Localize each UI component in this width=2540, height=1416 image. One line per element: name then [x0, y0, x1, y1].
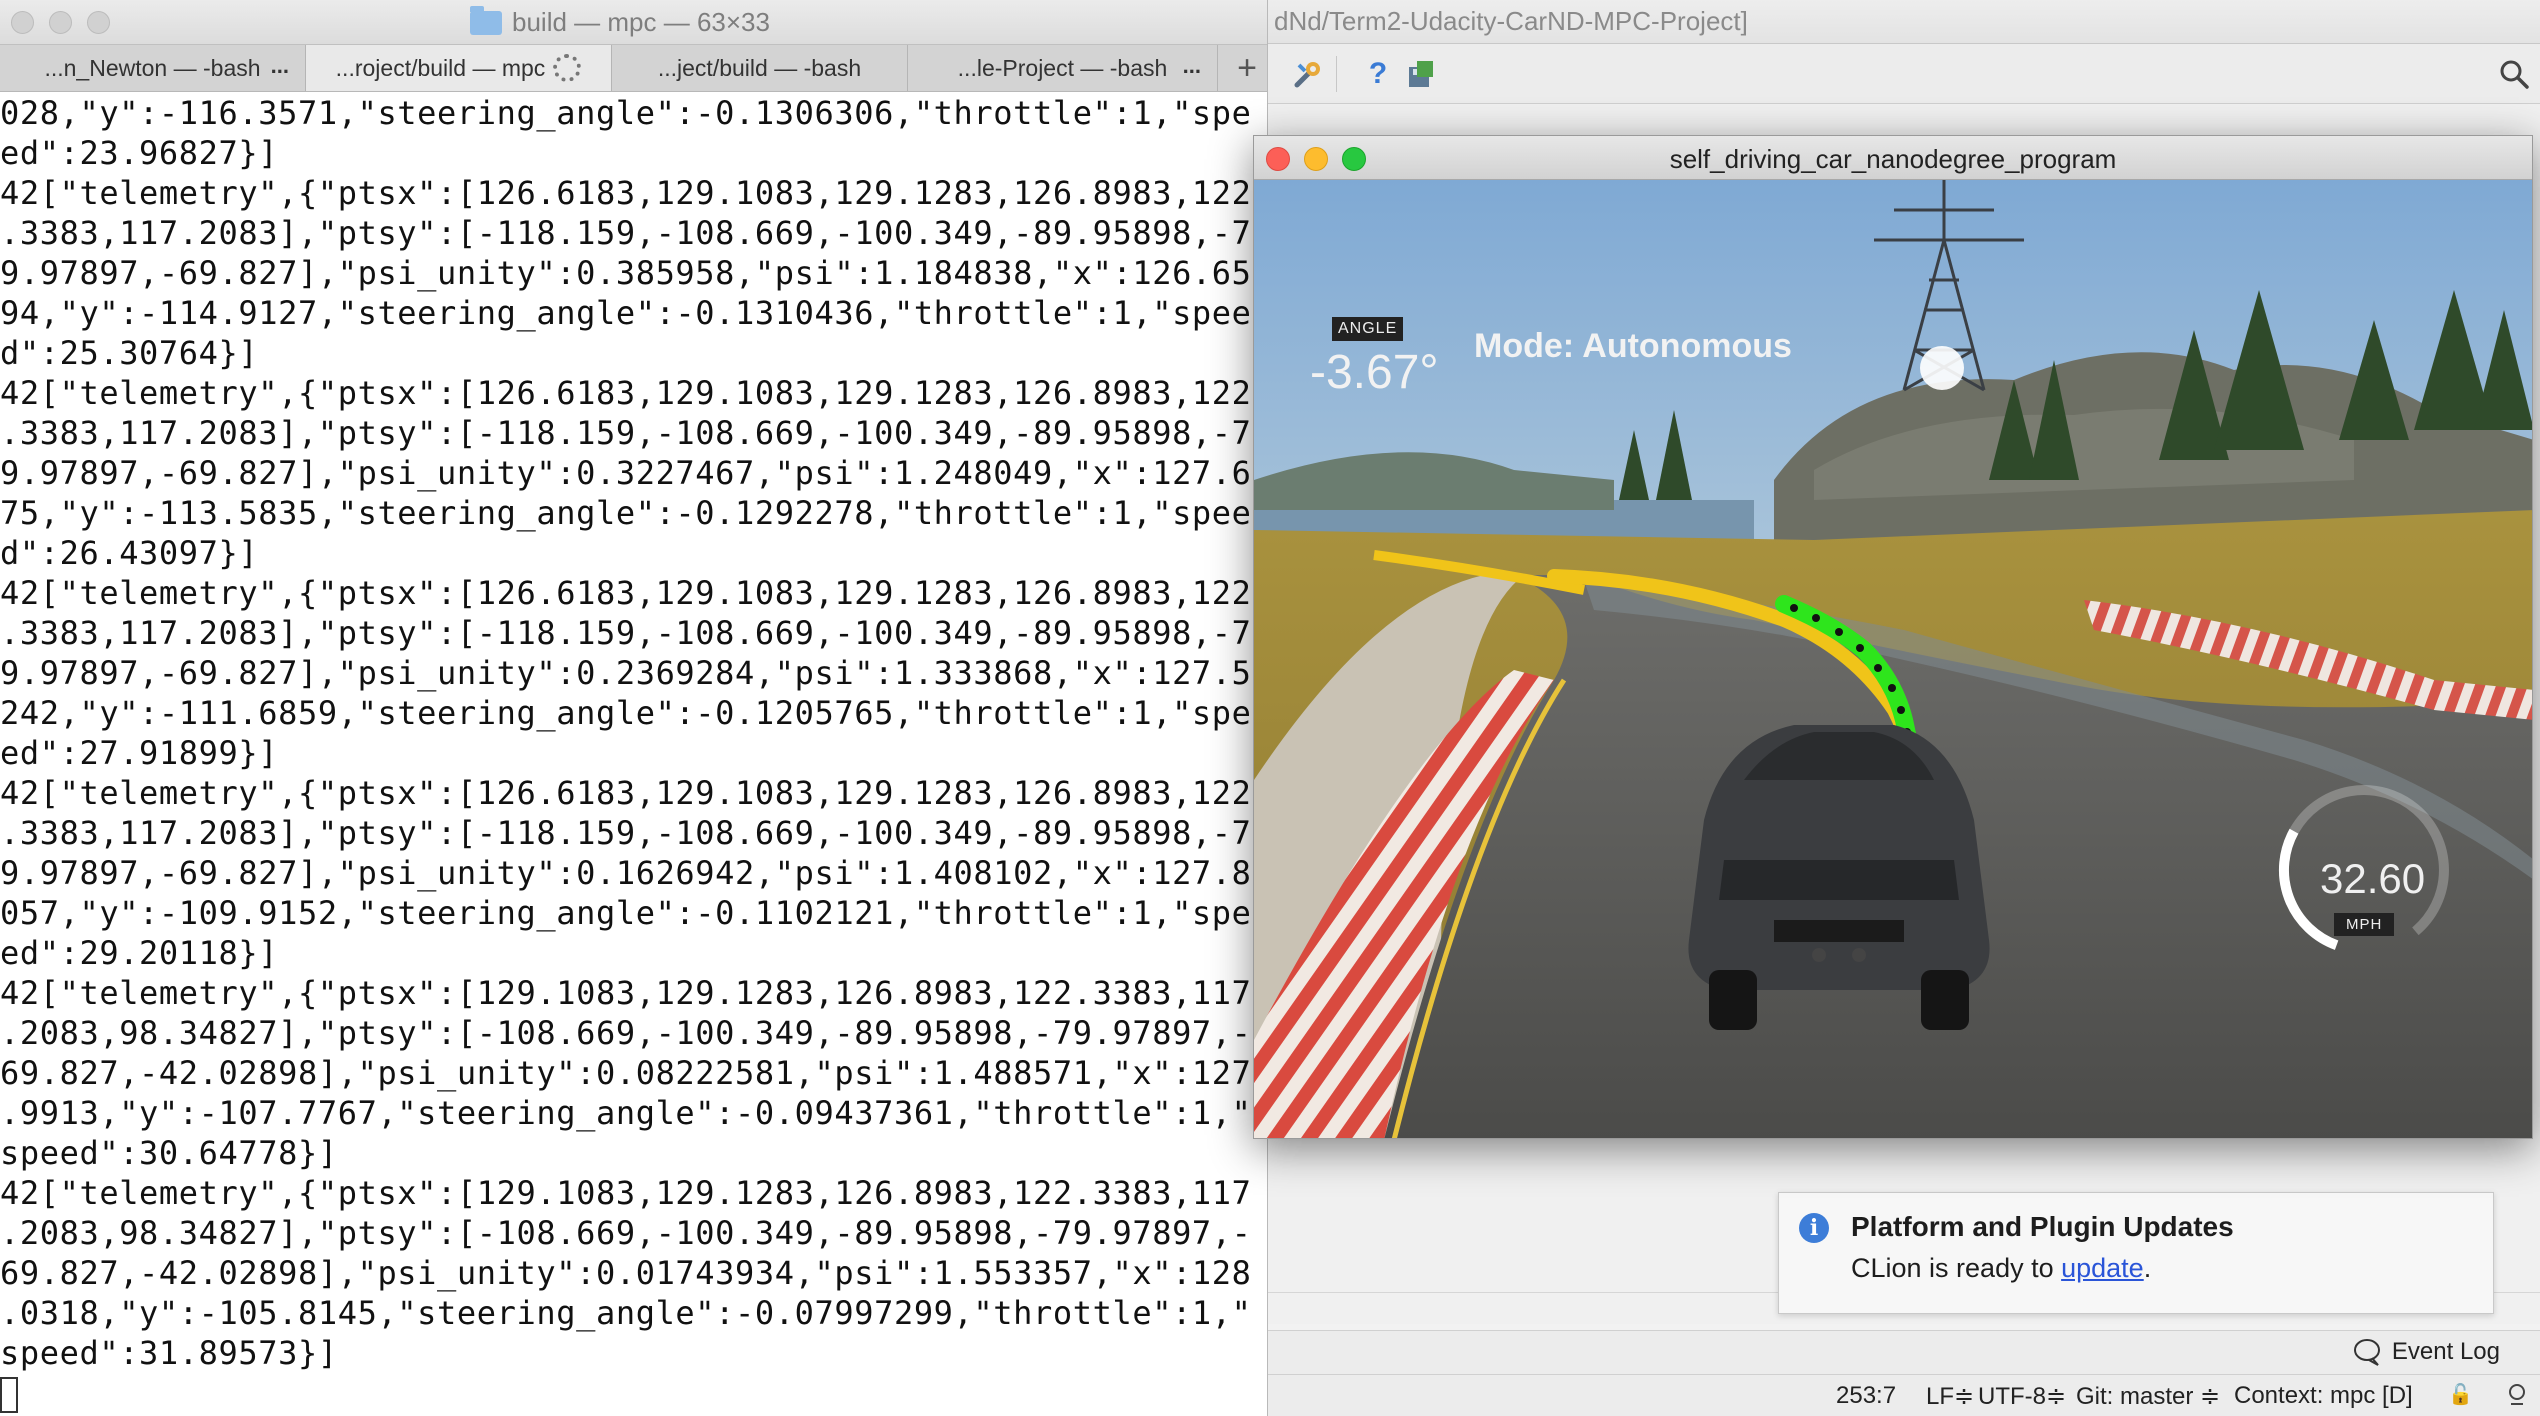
terminal-line: 69.827,-42.02898],"psi_unity":0.08222581… — [0, 1054, 1252, 1092]
simulator-title: self_driving_car_nanodegree_program — [1669, 144, 2117, 174]
help-icon[interactable]: ? — [1358, 54, 1398, 94]
tab-ject-build-bash[interactable]: ...ject/build — -bash — [612, 45, 908, 91]
terminal-line: 9.97897,-69.827],"psi_unity":0.3227467,"… — [0, 454, 1252, 492]
terminal-line: 42["telemetry",{"ptsx":[129.1083,129.128… — [0, 974, 1252, 1012]
terminal-line: 42["telemetry",{"ptsx":[126.6183,129.108… — [0, 774, 1252, 812]
tab-label: ...n_Newton — -bash — [44, 54, 261, 81]
tab-overflow: ... — [270, 53, 289, 78]
terminal-line: 242,"y":-111.6859,"steering_angle":-0.12… — [0, 694, 1252, 732]
terminal-line: 057,"y":-109.9152,"steering_angle":-0.11… — [0, 894, 1252, 932]
notification-period: . — [2143, 1253, 2152, 1283]
terminal-titlebar: build — mpc — 63×33 — [0, 0, 1267, 44]
minimize-button[interactable] — [49, 11, 72, 34]
terminal-line: 42["telemetry",{"ptsx":[126.6183,129.108… — [0, 374, 1252, 412]
ide-toolbar: ? — [1268, 44, 2540, 104]
line-separator-selector[interactable]: LF≑ — [1926, 1382, 1974, 1411]
encoding-selector[interactable]: UTF-8≑ — [1978, 1382, 2066, 1411]
terminal-line: 9.97897,-69.827],"psi_unity":0.385958,"p… — [0, 254, 1252, 292]
terminal-line: .2083,98.34827],"ptsy":[-108.669,-100.34… — [0, 1214, 1252, 1252]
terminal-line: 028,"y":-116.3571,"steering_angle":-0.13… — [0, 94, 1252, 132]
terminal-line: 9.97897,-69.827],"psi_unity":0.2369284,"… — [0, 654, 1252, 692]
zoom-button[interactable] — [87, 11, 110, 34]
search-icon[interactable] — [2494, 54, 2534, 94]
tab-label: ...le-Project — -bash — [957, 54, 1168, 81]
inspector-icon[interactable] — [2504, 1382, 2530, 1415]
terminal-line: .3383,117.2083],"ptsy":[-118.159,-108.66… — [0, 214, 1252, 252]
terminal-line: .3383,117.2083],"ptsy":[-118.159,-108.66… — [0, 614, 1252, 652]
terminal-title: build — mpc — 63×33 — [470, 5, 770, 38]
terminal-line: ed":27.91899}] — [0, 734, 279, 772]
activity-spinner-icon — [553, 54, 582, 82]
speech-bubble-icon — [2353, 1339, 2380, 1366]
update-link[interactable]: update — [2061, 1253, 2144, 1283]
terminal-line: ed":23.96827}] — [0, 134, 279, 172]
terminal-prompt-line — [0, 1373, 1268, 1413]
terminal-line: 42["telemetry",{"ptsx":[129.1083,129.128… — [0, 1174, 1252, 1212]
ide-window-title: dNd/Term2-Udacity-CarND-MPC-Project] — [1274, 6, 1748, 36]
ide-event-bar: Event Log — [1268, 1330, 2540, 1374]
tab-overflow: ... — [1182, 53, 1201, 78]
event-log-label: Event Log — [2391, 1338, 2500, 1365]
update-notification[interactable]: i Platform and Plugin Updates CLion is r… — [1778, 1192, 2494, 1314]
simulator-titlebar: self_driving_car_nanodegree_program — [1254, 136, 2532, 180]
notification-text: CLion is ready to — [1851, 1253, 2062, 1283]
terminal-line: .9913,"y":-107.7767,"steering_angle":-0.… — [0, 1094, 1252, 1132]
terminal-line: .3383,117.2083],"ptsy":[-118.159,-108.66… — [0, 414, 1252, 452]
terminal-title-text: build — mpc — 63×33 — [512, 7, 770, 37]
terminal-window[interactable]: build — mpc — 63×33 ...n_Newton — -bash … — [0, 0, 1268, 1416]
terminal-line: speed":30.64778}] — [0, 1134, 338, 1172]
tab-le-project-bash[interactable]: ...le-Project — -bash ... — [908, 45, 1218, 91]
context-selector[interactable]: Context: mpc [D] — [2234, 1382, 2413, 1410]
toolbar-separator — [1336, 56, 1337, 92]
ide-titlebar: dNd/Term2-Udacity-CarND-MPC-Project] — [1268, 0, 2540, 44]
folder-icon — [470, 5, 502, 35]
car — [1688, 725, 1990, 1030]
info-icon: i — [1799, 1213, 1829, 1243]
close-button[interactable] — [11, 11, 34, 34]
simulator-scene — [1254, 180, 2532, 1138]
terminal-output[interactable]: 028,"y":-116.3571,"steering_angle":-0.13… — [0, 93, 1268, 1416]
notification-body: CLion is ready to update. — [1851, 1253, 2151, 1284]
tab-label: ...ject/build — -bash — [657, 54, 862, 81]
simulator-window[interactable]: self_driving_car_nanodegree_program ANGL… — [1253, 135, 2533, 1139]
terminal-line: .3383,117.2083],"ptsy":[-118.159,-108.66… — [0, 814, 1252, 852]
terminal-line: speed":31.89573}] — [0, 1334, 338, 1372]
terminal-line: 42["telemetry",{"ptsx":[126.6183,129.108… — [0, 574, 1252, 612]
save-icon[interactable] — [1400, 54, 1440, 94]
terminal-line: ed":29.20118}] — [0, 934, 279, 972]
text-cursor — [0, 1377, 18, 1413]
sun — [1920, 346, 1964, 390]
notification-title: Platform and Plugin Updates — [1851, 1211, 2234, 1242]
terminal-line: .2083,98.34827],"ptsy":[-108.669,-100.34… — [0, 1014, 1252, 1052]
git-branch-selector[interactable]: Git: master ≑ — [2076, 1382, 2220, 1411]
ide-statusbar: 253:7 LF≑ UTF-8≑ Git: master ≑ Context: … — [1268, 1374, 2540, 1416]
new-tab-button[interactable]: + — [1227, 45, 1267, 91]
terminal-line: 69.827,-42.02898],"psi_unity":0.01743934… — [0, 1254, 1252, 1292]
tab-newton-bash[interactable]: ...n_Newton — -bash ... — [0, 45, 306, 91]
terminal-line: .0318,"y":-105.8145,"steering_angle":-0.… — [0, 1294, 1252, 1332]
cursor-position[interactable]: 253:7 — [1836, 1382, 1896, 1410]
terminal-line: d":26.43097}] — [0, 534, 259, 572]
terminal-line: 94,"y":-114.9127,"steering_angle":-0.131… — [0, 294, 1252, 332]
terminal-line: 75,"y":-113.5835,"steering_angle":-0.129… — [0, 494, 1252, 532]
terminal-line: d":25.30764}] — [0, 334, 259, 372]
wrench-icon[interactable] — [1288, 54, 1328, 94]
tab-project-build-mpc[interactable]: ...roject/build — mpc — [306, 45, 612, 91]
terminal-line: 9.97897,-69.827],"psi_unity":0.1626942,"… — [0, 854, 1252, 892]
lock-icon[interactable]: 🔓 — [2448, 1382, 2473, 1407]
terminal-tab-bar: ...n_Newton — -bash ... ...roject/build … — [0, 44, 1267, 92]
event-log-button[interactable]: Event Log — [2352, 1337, 2500, 1367]
tab-label: ...roject/build — mpc — [335, 54, 546, 81]
terminal-line: 42["telemetry",{"ptsx":[126.6183,129.108… — [0, 174, 1252, 212]
